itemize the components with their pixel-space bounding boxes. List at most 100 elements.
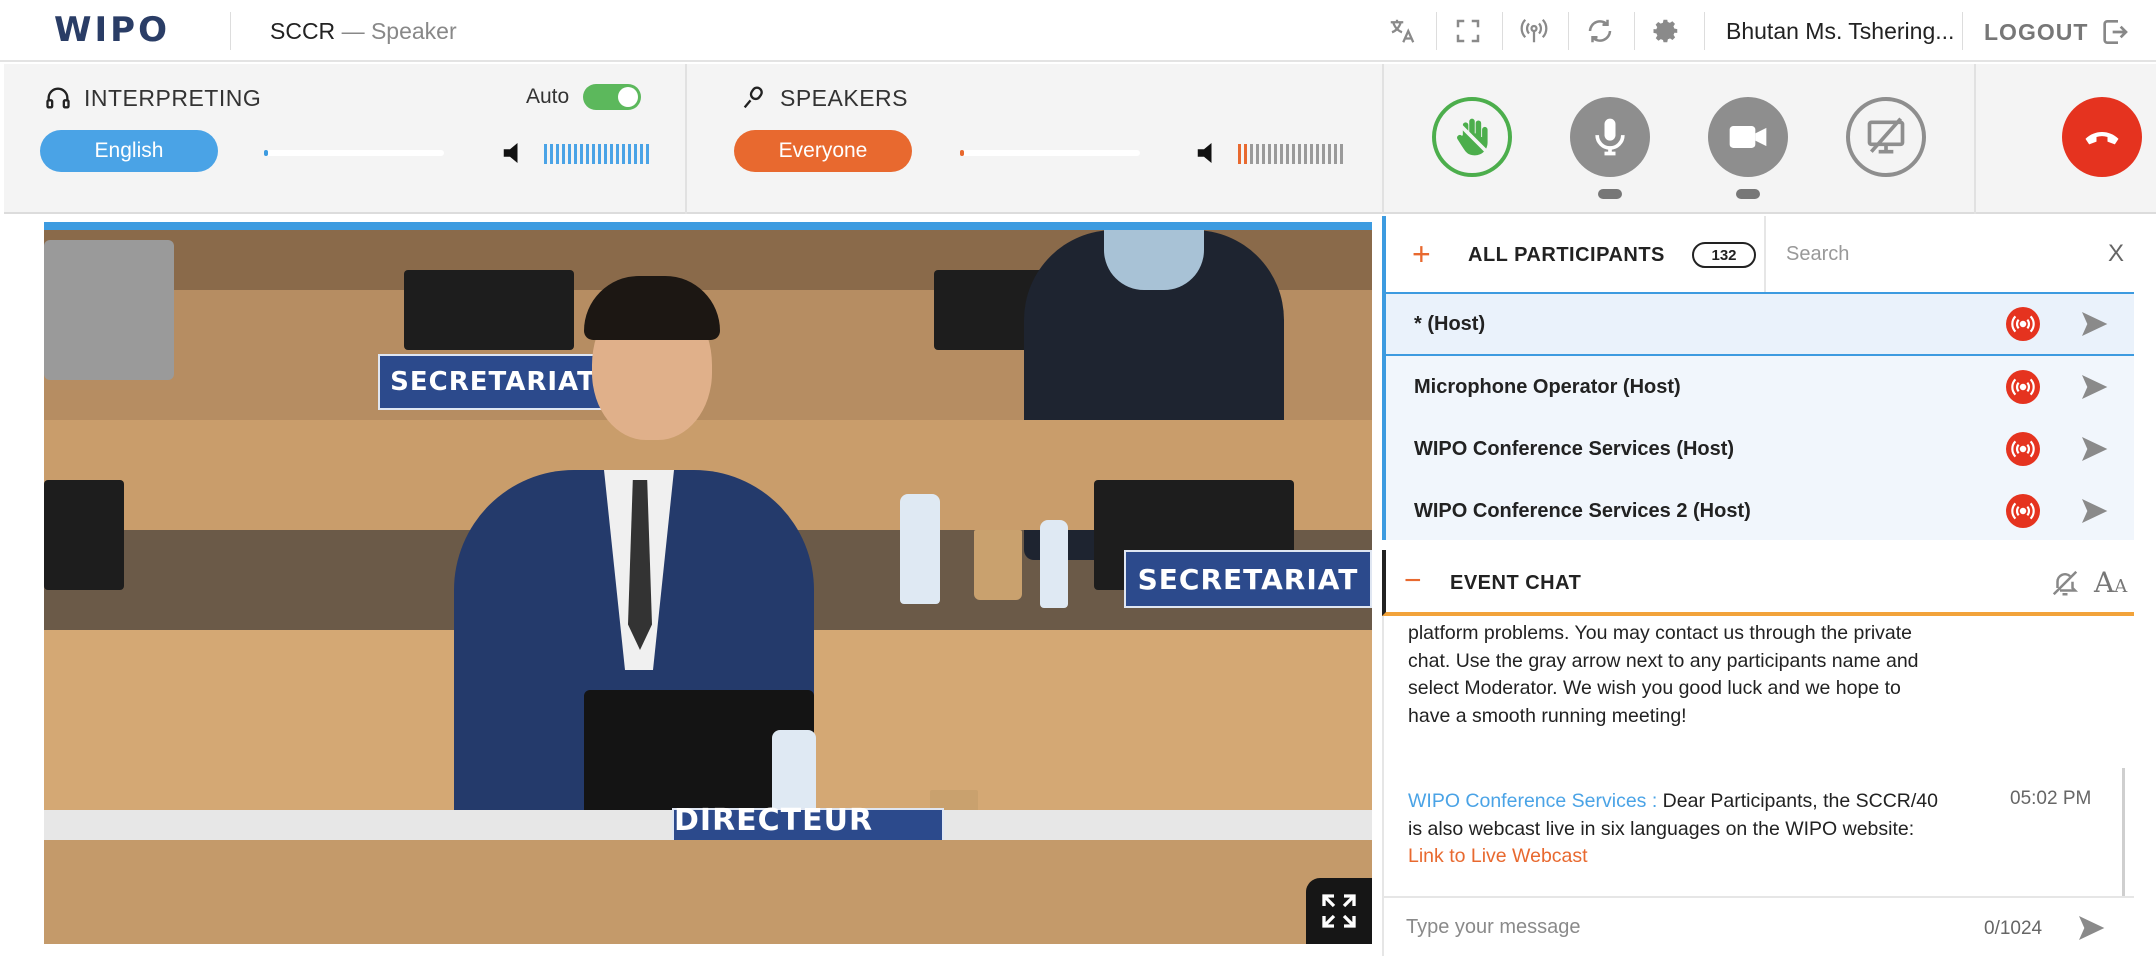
refresh-icon[interactable]: [1580, 12, 1620, 50]
send-arrow-icon[interactable]: [2078, 371, 2110, 403]
audio-signal-icon[interactable]: [2006, 370, 2040, 404]
end-call-button[interactable]: [2062, 97, 2142, 177]
level-meter-bar: [1310, 144, 1313, 164]
level-meter-bar: [616, 144, 619, 164]
level-meter-bar: [592, 144, 595, 164]
live-webcast-link[interactable]: Link to Live Webcast: [1408, 845, 1588, 867]
nameplate-secretariat-right: SECRETARIAT: [1124, 550, 1372, 608]
camera-icon: [1729, 126, 1767, 148]
send-arrow-icon[interactable]: [2078, 433, 2110, 465]
close-icon[interactable]: X: [2108, 240, 2124, 268]
participants-title: ALL PARTICIPANTS: [1468, 244, 1665, 266]
auto-toggle[interactable]: [583, 84, 642, 110]
level-meter-bar: [550, 144, 553, 164]
header-divider: [1502, 12, 1503, 50]
participant-name: WIPO Conference Services 2 (Host): [1414, 499, 1751, 522]
header-divider: [1634, 12, 1635, 50]
chat-messages[interactable]: platform problems. You may contact us th…: [1382, 616, 2134, 896]
chat-compose: 0/1024: [1382, 896, 2134, 956]
interpreting-level-meter: [544, 144, 649, 164]
speaker-icon[interactable]: [500, 138, 530, 168]
speakers-volume-slider[interactable]: [960, 150, 1140, 156]
level-meter-bar: [1328, 144, 1331, 164]
top-bar: WIPO SCCR — Speaker Bhutan Ms. Tshering.…: [0, 0, 2156, 62]
hand-icon: [1454, 118, 1490, 156]
broadcast-icon[interactable]: [1514, 12, 1554, 50]
share-screen-button[interactable]: [1846, 97, 1926, 177]
video-feed[interactable]: SECRETARIAT SECRETARIAT DIRECTEUR GENERA…: [44, 222, 1372, 944]
expand-participants-icon[interactable]: +: [1412, 238, 1431, 270]
raise-hand-button[interactable]: [1432, 97, 1512, 177]
collapse-chat-icon[interactable]: −: [1404, 566, 1422, 596]
send-arrow-icon[interactable]: [2078, 308, 2110, 340]
header-divider: [1568, 12, 1569, 50]
hang-up-icon: [2085, 131, 2119, 145]
chat-message-input[interactable]: [1406, 912, 1966, 942]
level-meter-bar: [1262, 144, 1265, 164]
logout-button[interactable]: LOGOUT: [1984, 16, 2130, 48]
header-divider: [230, 12, 231, 50]
level-meter-bar: [580, 144, 583, 164]
font-size-icon[interactable]: AA: [2094, 566, 2127, 599]
logout-label: LOGOUT: [1984, 18, 2089, 45]
video-bottle: [900, 494, 940, 604]
chat-timestamp: 05:02 PM: [2010, 788, 2092, 809]
participants-search-input[interactable]: [1786, 238, 2086, 270]
interpreting-label: INTERPRETING: [84, 84, 262, 111]
level-meter-bar: [1316, 144, 1319, 164]
participant-name: Microphone Operator (Host): [1414, 375, 1681, 398]
level-meter-bar: [1292, 144, 1295, 164]
participant-name: * (Host): [1414, 312, 1486, 335]
video-fullscreen-button[interactable]: [1306, 878, 1372, 944]
participant-row[interactable]: Microphone Operator (Host): [1386, 356, 2134, 418]
level-meter-bar: [556, 144, 559, 164]
participant-row[interactable]: WIPO Conference Services (Host): [1386, 418, 2134, 480]
wipo-logo: WIPO: [54, 10, 170, 50]
user-name[interactable]: Bhutan Ms. Tshering...: [1726, 18, 1954, 45]
level-meter-bar: [640, 144, 643, 164]
header-divider: [1704, 12, 1705, 50]
speakers-level-meter: [1238, 144, 1343, 164]
level-meter-bar: [1256, 144, 1259, 164]
speakers-select-button[interactable]: Everyone: [734, 130, 912, 172]
video-floor: [44, 840, 1372, 944]
send-icon[interactable]: [2074, 912, 2108, 944]
character-count: 0/1024: [1984, 918, 2043, 939]
chat-scrollbar[interactable]: [2122, 768, 2125, 896]
auto-label: Auto: [526, 85, 570, 108]
fullscreen-icon[interactable]: [1448, 12, 1488, 50]
interpreting-volume-fill: [264, 150, 268, 156]
audio-signal-icon[interactable]: [2006, 432, 2040, 466]
camera-options-tab[interactable]: [1736, 189, 1760, 199]
level-meter-bar: [646, 144, 649, 164]
interpreting-volume-slider[interactable]: [264, 150, 444, 156]
interpreting-heading: INTERPRETING: [44, 84, 261, 112]
app-title: SCCR — Speaker: [270, 18, 457, 45]
speaker-icon[interactable]: [1194, 138, 1224, 168]
level-meter-bar: [1286, 144, 1289, 164]
level-meter-bar: [1268, 144, 1271, 164]
level-meter-bar: [1322, 144, 1325, 164]
participants-header: + ALL PARTICIPANTS 132 X: [1382, 216, 2134, 294]
video-person-background: [1104, 230, 1204, 290]
user-role: — Speaker: [341, 18, 457, 44]
participant-row[interactable]: WIPO Conference Services 2 (Host): [1386, 480, 2134, 542]
audio-signal-icon[interactable]: [2006, 307, 2040, 341]
font-size-small: A: [2114, 576, 2128, 597]
language-select-button[interactable]: English: [40, 130, 218, 172]
translate-icon[interactable]: [1382, 12, 1422, 50]
gear-icon[interactable]: [1646, 12, 1686, 50]
microphone-options-tab[interactable]: [1598, 189, 1622, 199]
audio-signal-icon[interactable]: [2006, 494, 2040, 528]
participant-row[interactable]: * (Host): [1386, 294, 2134, 356]
header-divider: [1962, 12, 1963, 50]
event-chat-header: − EVENT CHAT AA: [1382, 550, 2134, 616]
chat-sender[interactable]: WIPO Conference Services :: [1408, 790, 1657, 812]
level-meter-bar: [1304, 144, 1307, 164]
send-arrow-icon[interactable]: [2078, 495, 2110, 527]
level-meter-bar: [1238, 144, 1241, 164]
microphone-button[interactable]: [1570, 97, 1650, 177]
camera-button[interactable]: [1708, 97, 1788, 177]
level-meter-bar: [604, 144, 607, 164]
mute-notifications-icon[interactable]: [2050, 568, 2080, 598]
